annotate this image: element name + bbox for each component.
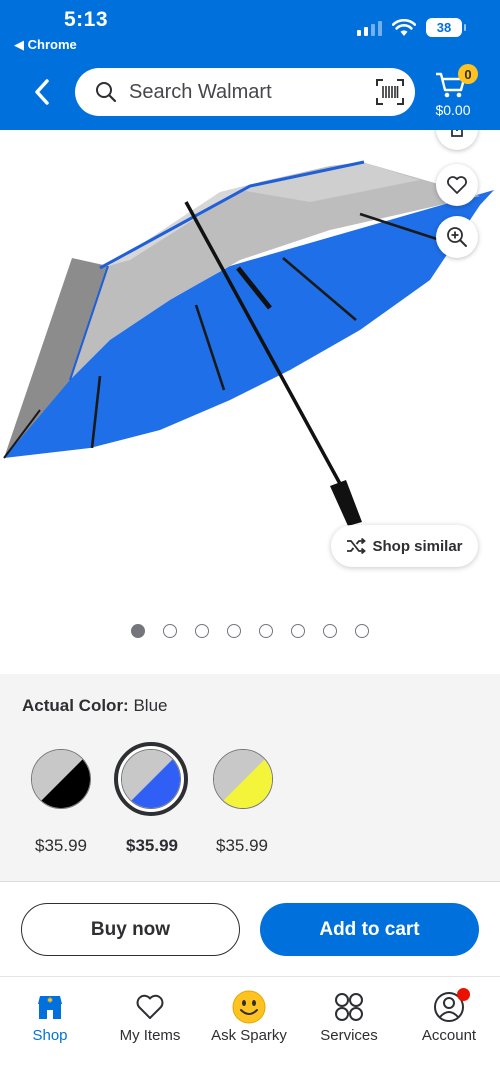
nav-item-services[interactable]: Services bbox=[299, 990, 399, 1050]
header: 5:13 ◀ Chrome 38 Search Walmart 0 $0.00 bbox=[0, 0, 500, 130]
black-grey-swatch-icon bbox=[32, 750, 90, 808]
color-variant-section: Actual Color: Blue $35.99 $35.99 $35.99 bbox=[0, 674, 500, 882]
account-icon bbox=[432, 988, 470, 1024]
purchase-actions: Buy now Add to cart bbox=[0, 883, 500, 977]
share-icon bbox=[451, 130, 463, 137]
actual-color-label: Actual Color: bbox=[22, 696, 129, 715]
nav-label: Account bbox=[421, 1027, 477, 1044]
pagination-dot[interactable] bbox=[131, 624, 145, 638]
cart-total: $0.00 bbox=[435, 102, 471, 118]
color-swatch-blue-selected[interactable] bbox=[114, 742, 188, 816]
buy-now-button[interactable]: Buy now bbox=[21, 903, 240, 956]
product-image bbox=[3, 160, 494, 526]
zoom-in-icon bbox=[447, 227, 467, 247]
shuffle-icon bbox=[347, 538, 367, 554]
variant-price: $35.99 bbox=[216, 836, 268, 855]
nav-item-shop[interactable]: Shop bbox=[0, 990, 100, 1050]
shop-similar-button[interactable]: Shop similar bbox=[331, 525, 478, 567]
status-icons: 38 bbox=[357, 18, 466, 37]
nav-item-my-items[interactable]: My Items bbox=[100, 990, 200, 1050]
wifi-icon bbox=[392, 18, 416, 36]
notification-dot bbox=[457, 988, 470, 1001]
search-bar[interactable] bbox=[75, 68, 415, 116]
pagination-dot[interactable] bbox=[323, 624, 337, 638]
color-swatch-blue bbox=[121, 749, 181, 809]
nav-item-account[interactable]: Account bbox=[399, 988, 499, 1050]
pagination-dot[interactable] bbox=[163, 624, 177, 638]
cellular-signal-icon bbox=[357, 20, 382, 36]
search-input[interactable] bbox=[129, 80, 359, 104]
nav-item-ask-sparky[interactable]: Ask Sparky bbox=[199, 990, 299, 1050]
status-time: 5:13 bbox=[64, 8, 109, 31]
pagination-dot[interactable] bbox=[259, 624, 273, 638]
cart-count-badge: 0 bbox=[458, 64, 478, 84]
variant-price: $35.99 bbox=[35, 836, 87, 855]
add-to-cart-button[interactable]: Add to cart bbox=[260, 903, 479, 956]
shop-icon bbox=[33, 990, 67, 1024]
yellow-grey-swatch-icon bbox=[214, 750, 272, 808]
actual-color-row: Actual Color: Blue bbox=[22, 696, 168, 716]
favorite-button[interactable] bbox=[436, 164, 478, 206]
image-pagination bbox=[131, 624, 369, 638]
chevron-left-icon bbox=[35, 79, 49, 105]
pagination-dot[interactable] bbox=[227, 624, 241, 638]
variant-price-selected: $35.99 bbox=[126, 836, 178, 855]
product-image-gallery[interactable]: Shop similar bbox=[0, 130, 500, 674]
search-icon bbox=[96, 82, 117, 103]
nav-label: Shop bbox=[32, 1027, 68, 1044]
color-swatch-yellow[interactable] bbox=[213, 749, 273, 809]
heart-icon bbox=[447, 176, 467, 194]
zoom-button[interactable] bbox=[436, 216, 478, 258]
back-button[interactable] bbox=[24, 74, 60, 110]
bottom-navigation: Shop My Items Ask Sparky Services Accoun… bbox=[0, 978, 500, 1082]
back-to-app-link[interactable]: ◀ Chrome bbox=[14, 37, 77, 53]
shop-similar-label: Shop similar bbox=[372, 537, 463, 555]
pagination-dot[interactable] bbox=[291, 624, 305, 638]
nav-label: Ask Sparky bbox=[211, 1027, 287, 1044]
sparky-icon bbox=[232, 990, 266, 1024]
nav-label: My Items bbox=[119, 1027, 181, 1044]
blue-grey-swatch-icon bbox=[122, 750, 180, 808]
services-icon bbox=[332, 990, 366, 1024]
cart-button[interactable]: 0 $0.00 bbox=[428, 64, 478, 120]
heart-icon bbox=[133, 990, 167, 1024]
actual-color-value: Blue bbox=[133, 696, 168, 715]
color-swatch-black[interactable] bbox=[31, 749, 91, 809]
nav-label: Services bbox=[320, 1027, 378, 1044]
battery-icon: 38 bbox=[426, 18, 466, 37]
pagination-dot[interactable] bbox=[355, 624, 369, 638]
pagination-dot[interactable] bbox=[195, 624, 209, 638]
barcode-scan-icon[interactable] bbox=[375, 78, 405, 106]
